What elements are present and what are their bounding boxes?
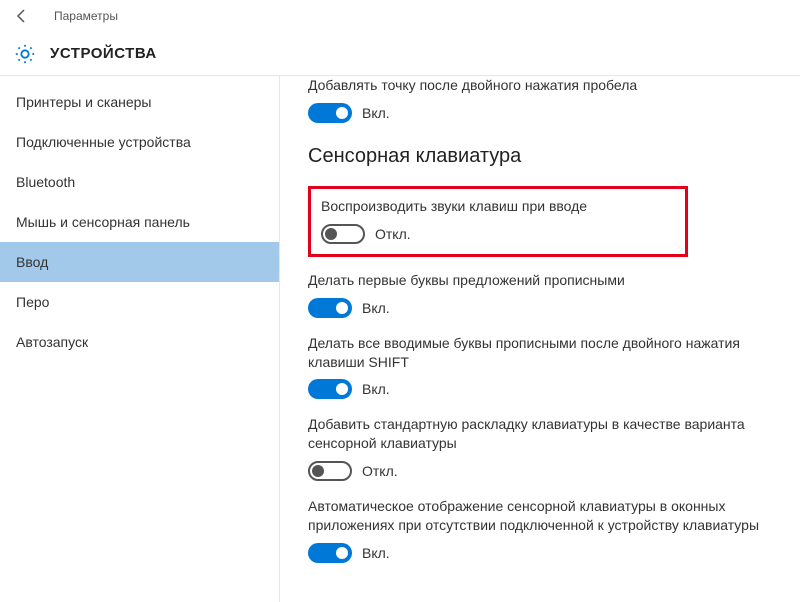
toggle-state-label: Вкл. xyxy=(362,381,390,397)
setting-add-period: Добавлять точку после двойного нажатия п… xyxy=(308,76,782,123)
setting-capitalize-first: Делать первые буквы предложений прописны… xyxy=(308,271,782,318)
toggle-capitalize-first[interactable] xyxy=(308,298,352,318)
sidebar-item-mouse-touchpad[interactable]: Мышь и сенсорная панель xyxy=(0,202,279,242)
toggle-state-label: Откл. xyxy=(362,463,398,479)
sidebar: Принтеры и сканеры Подключенные устройст… xyxy=(0,76,280,602)
window-title: Параметры xyxy=(54,9,118,23)
setting-key-sounds: Воспроизводить звуки клавиш при вводе От… xyxy=(321,197,675,244)
setting-desc: Добавлять точку после двойного нажатия п… xyxy=(308,76,782,95)
sidebar-item-pen[interactable]: Перо xyxy=(0,282,279,322)
toggle-state-label: Вкл. xyxy=(362,300,390,316)
toggle-state-label: Вкл. xyxy=(362,545,390,561)
setting-auto-show-keyboard: Автоматическое отображение сенсорной кла… xyxy=(308,497,782,563)
toggle-auto-show-keyboard[interactable] xyxy=(308,543,352,563)
toggle-caps-double-shift[interactable] xyxy=(308,379,352,399)
gear-icon xyxy=(14,43,36,65)
content-area: Добавлять точку после двойного нажатия п… xyxy=(280,76,800,602)
highlight-box: Воспроизводить звуки клавиш при вводе От… xyxy=(308,186,688,257)
setting-desc: Добавить стандартную раскладку клавиатур… xyxy=(308,415,782,453)
sidebar-item-bluetooth[interactable]: Bluetooth xyxy=(0,162,279,202)
sidebar-item-typing[interactable]: Ввод xyxy=(0,242,279,282)
toggle-state-label: Откл. xyxy=(375,226,411,242)
toggle-key-sounds[interactable] xyxy=(321,224,365,244)
toggle-standard-layout[interactable] xyxy=(308,461,352,481)
setting-desc: Делать все вводимые буквы прописными пос… xyxy=(308,334,782,372)
sidebar-item-printers[interactable]: Принтеры и сканеры xyxy=(0,82,279,122)
setting-desc: Делать первые буквы предложений прописны… xyxy=(308,271,782,290)
sidebar-item-autoplay[interactable]: Автозапуск xyxy=(0,322,279,362)
section-title-touch-keyboard: Сенсорная клавиатура xyxy=(308,145,782,168)
sidebar-item-connected-devices[interactable]: Подключенные устройства xyxy=(0,122,279,162)
page-title: УСТРОЙСТВА xyxy=(50,45,157,62)
setting-standard-layout: Добавить стандартную раскладку клавиатур… xyxy=(308,415,782,481)
setting-caps-double-shift: Делать все вводимые буквы прописными пос… xyxy=(308,334,782,400)
toggle-add-period[interactable] xyxy=(308,103,352,123)
setting-desc: Автоматическое отображение сенсорной кла… xyxy=(308,497,782,535)
back-button[interactable] xyxy=(10,4,34,28)
toggle-state-label: Вкл. xyxy=(362,105,390,121)
setting-desc: Воспроизводить звуки клавиш при вводе xyxy=(321,197,675,216)
